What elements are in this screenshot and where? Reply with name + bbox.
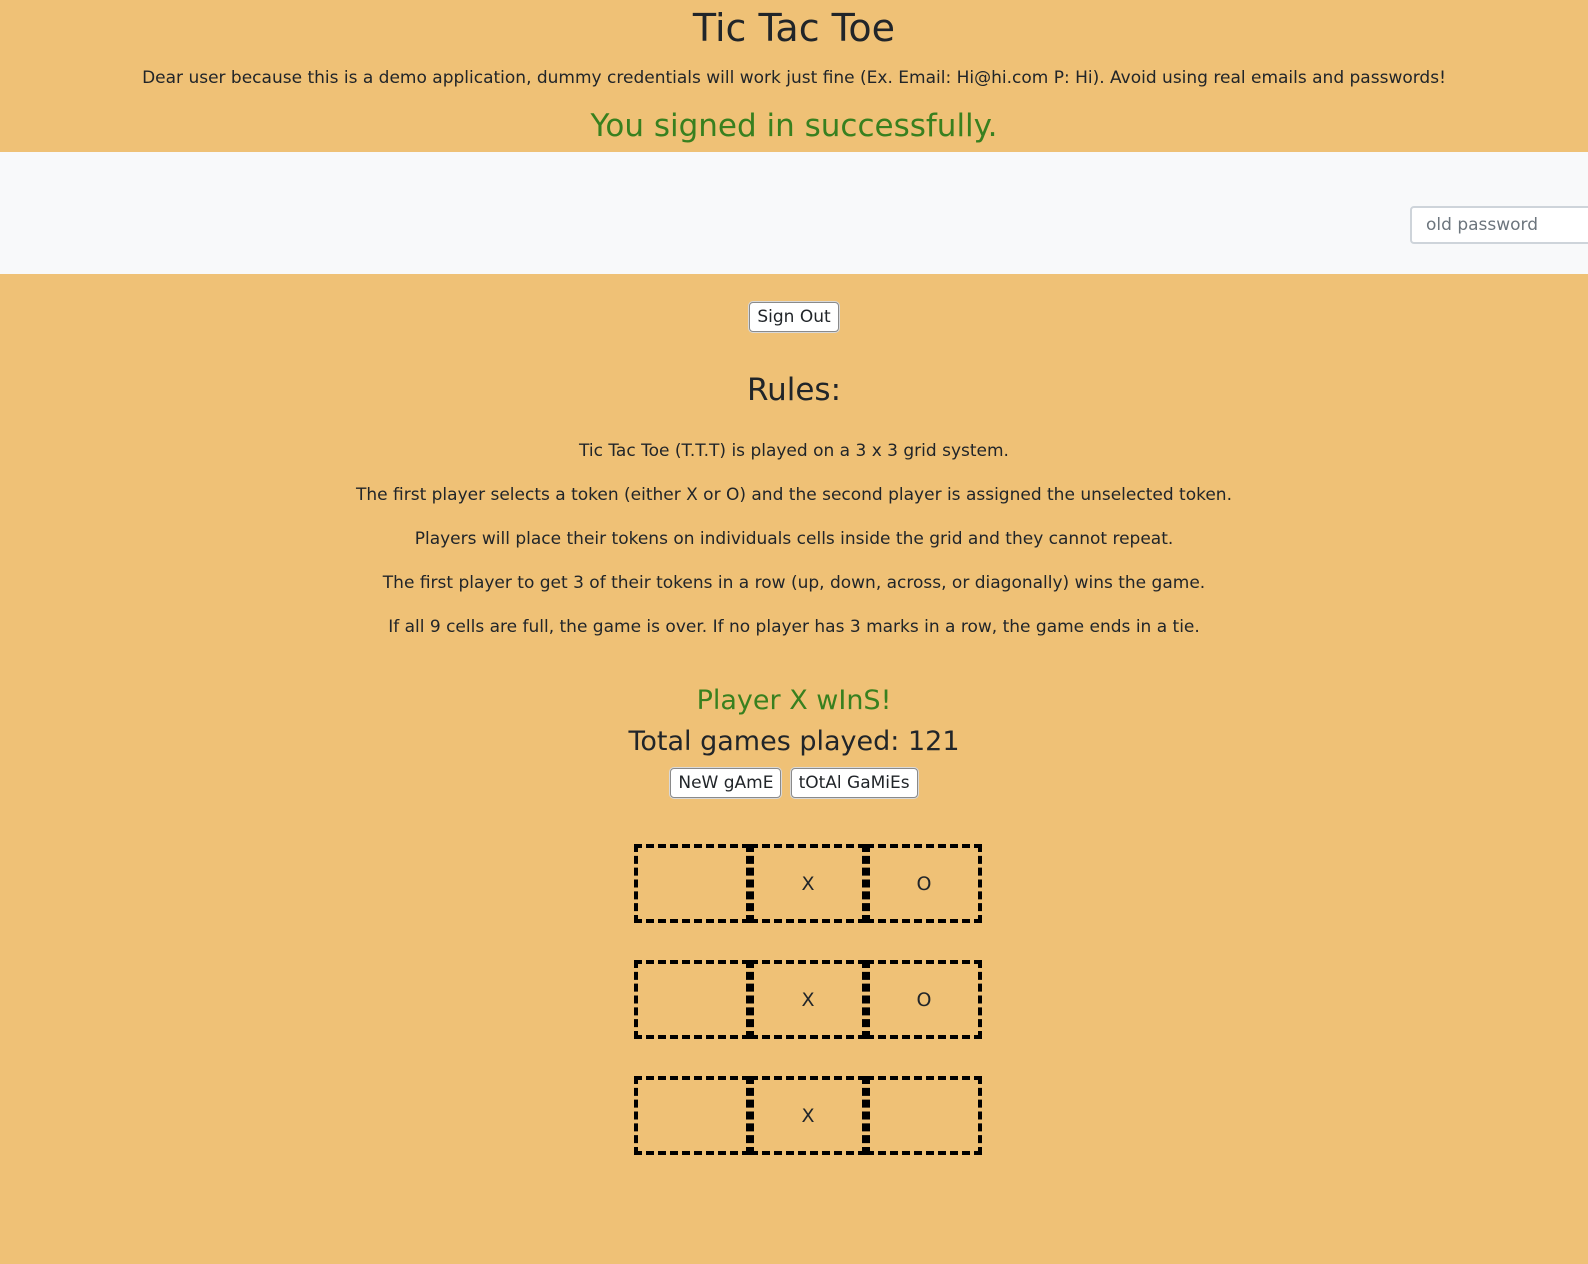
winner-message: Player X wInS!: [696, 685, 892, 716]
rules-title: Rules:: [746, 372, 842, 408]
game-status: Player X wInS! Total games played: 121 N…: [0, 684, 1588, 798]
game-board: X O X O X: [634, 844, 984, 1192]
demo-notice: Dear user because this is a demo applica…: [142, 68, 1446, 88]
old-password-input[interactable]: [1410, 206, 1588, 244]
page-title: Tic Tac Toe: [692, 6, 896, 50]
board-cell[interactable]: [634, 1076, 750, 1155]
board-row: X O: [634, 844, 984, 923]
rule-item: Tic Tac Toe (T.T.T) is played on a 3 x 3…: [579, 441, 1009, 461]
board-cell[interactable]: X: [750, 960, 866, 1039]
total-games-played: Total games played: 121: [628, 726, 960, 757]
change-password-bar: [0, 152, 1588, 274]
signout-container: Sign Out: [0, 302, 1588, 332]
signin-success-message: You signed in successfully.: [590, 108, 998, 144]
sign-out-button[interactable]: Sign Out: [749, 302, 839, 332]
board-cell[interactable]: O: [866, 844, 982, 923]
rule-item: Players will place their tokens on indiv…: [414, 529, 1174, 549]
main-content: Sign Out Rules: Tic Tac Toe (T.T.T) is p…: [0, 274, 1588, 798]
board-row: X O: [634, 960, 984, 1039]
board-cell[interactable]: [634, 960, 750, 1039]
rule-item: The first player selects a token (either…: [356, 485, 1232, 505]
rule-item: If all 9 cells are full, the game is ove…: [388, 617, 1200, 637]
board-cell[interactable]: O: [866, 960, 982, 1039]
game-buttons: NeW gAmE tOtAl GaMiEs: [0, 768, 1588, 798]
page-header: Tic Tac Toe Dear user because this is a …: [0, 0, 1588, 146]
rules-section: Rules: Tic Tac Toe (T.T.T) is played on …: [0, 370, 1588, 638]
board-cell[interactable]: X: [750, 844, 866, 923]
rule-item: The first player to get 3 of their token…: [382, 573, 1206, 593]
new-game-button[interactable]: NeW gAmE: [670, 768, 782, 798]
board-cell[interactable]: [866, 1076, 982, 1155]
board-cell[interactable]: X: [750, 1076, 866, 1155]
board-cell[interactable]: [634, 844, 750, 923]
total-games-button[interactable]: tOtAl GaMiEs: [790, 768, 918, 798]
board-row: X: [634, 1076, 984, 1155]
